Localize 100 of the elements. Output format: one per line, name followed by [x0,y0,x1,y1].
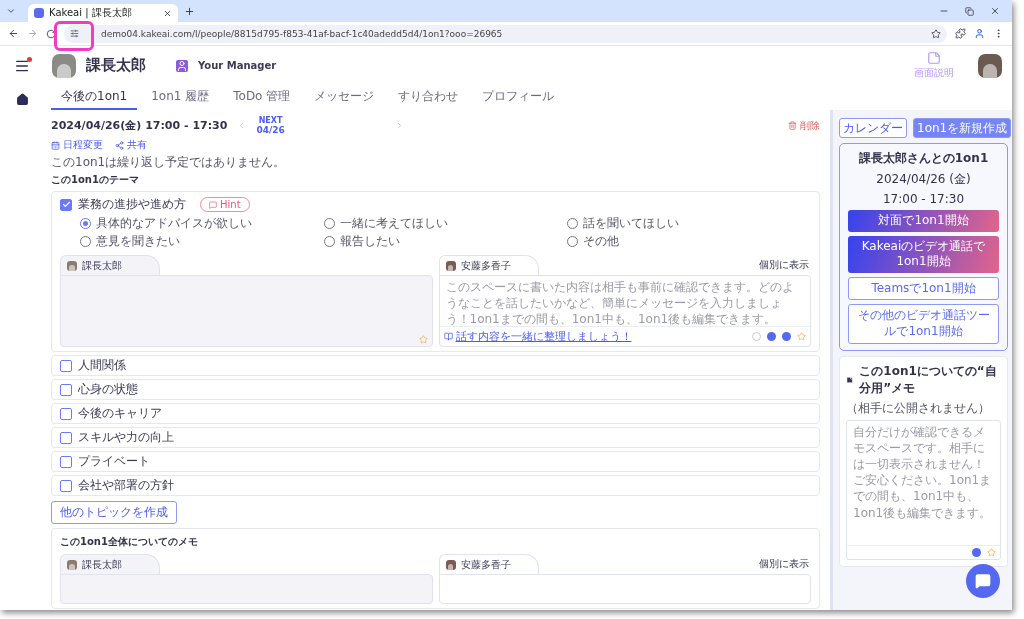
private-memo-field[interactable]: 自分だけが確認できるメモスペースです。相手には一切表示されません！ご安心ください。1on1までの間も、1on1中も、1on1後も編集できます。 [846,419,1001,560]
close-icon[interactable] [990,6,1000,16]
private-memo-title: この1on1についての“自分用”メモ [859,362,998,397]
start-meeting-button[interactable]: 対面で1on1開始 [848,210,999,232]
topic-checkbox[interactable] [60,455,72,468]
author-name: 安藤多香子 [460,557,511,572]
author-name: 安藤多香子 [460,258,511,273]
avatar-icon [67,260,77,271]
meeting-title: 課長太郎さんとの1on1 [858,150,989,167]
restore-icon[interactable] [965,6,974,16]
browser-tab[interactable]: Kakeai | 課長太郎 [28,4,178,22]
star-icon[interactable] [797,332,806,341]
extensions-icon[interactable] [955,28,966,39]
add-topic-button[interactable]: 他のトピックを作成 [51,501,177,524]
avatar [52,53,76,78]
start-meeting-button[interactable]: Kakeaiのビデオ通話で1on1開始 [848,235,999,273]
tab-list-icon[interactable] [6,6,16,16]
user-avatar[interactable] [978,53,1002,78]
bookmark-star-icon[interactable] [931,28,941,39]
meeting-datetime: 2024/04/26(金) 17:00 - 17:30 [51,118,228,133]
topic-label: 会社や部署の方針 [78,477,174,494]
new-meeting-button[interactable]: 1on1を新規作成 [913,118,1012,138]
topic-checkbox[interactable] [60,359,72,372]
private-memo-subtitle: （相手に公開されません） [846,399,991,417]
forward-icon[interactable] [27,28,38,39]
nav-tab[interactable]: 1on1 履歴 [141,85,220,110]
meeting-date: 2024/04/26 (金) [876,171,971,188]
calendar-icon [51,140,60,150]
profile-icon[interactable] [974,28,985,39]
reload-icon[interactable] [46,28,56,39]
home-icon[interactable] [16,93,29,106]
option-label: 一緒に考えてほしい [339,215,448,232]
next-label: NEXT [258,116,283,125]
avatar-icon [445,260,456,271]
topic-checkbox[interactable] [60,383,72,396]
author-name: 課長太郎 [82,557,122,572]
start-meeting-button[interactable]: Teamsで1on1開始 [848,276,999,301]
option-label: 具体的なアドバイスが欲しい [96,215,252,232]
nav-tab[interactable]: メッセージ [304,85,385,110]
section-title: この1on1全体についてのメモ [60,535,199,549]
option-label: 話を聞いてほしい [583,215,680,232]
person-badge-icon [176,59,188,72]
memo-field[interactable] [438,574,811,604]
tab-title: Kakeai | 課長太郎 [49,6,132,20]
share-icon [115,140,124,150]
star-icon[interactable] [987,547,996,557]
topic-label: スキルや力の向上 [78,429,174,446]
nav-tab[interactable]: すり合わせ [388,85,469,110]
topic-label: 今後のキャリア [78,405,162,422]
helper-link[interactable]: 話す内容を一緒に整理しましょう！ [455,329,632,344]
topic-checkbox[interactable] [60,198,72,211]
memo-field[interactable] [60,574,433,604]
speech-bubble-icon [209,200,217,209]
nav-tab[interactable]: ToDo 管理 [223,85,301,110]
menu-icon[interactable] [14,57,30,74]
option-label: その他 [583,233,620,250]
favicon-icon [34,8,44,18]
topic-label: 人間関係 [78,357,126,374]
new-tab-icon[interactable] [184,5,195,17]
site-info-icon[interactable] [70,29,79,38]
option-label: 意見を聞きたい [96,233,180,250]
reschedule-link[interactable]: 日程変更 [51,138,103,152]
topic-label: プライベート [78,453,150,470]
start-meeting-button[interactable]: その他のビデオ通話ツールで1on1開始 [848,304,999,344]
url-text: demo04.kakeai.com/l/people/8815d795-f853-41af-bacf-1c40adedd5d4/1on1?ooo=26965 [101,28,503,39]
author-name: 課長太郎 [82,258,122,273]
avatar-icon [67,559,77,570]
memo-field[interactable]: このスペースに書いた内容は相手も事前に確認できます。どのようなことを話したいかなど、簡単にメッセージを入力しましょう！1on1までの間も、1on1中も、1on1後も編集できます。 話す内容を一緒に整理しましょう！ [438,275,811,347]
book-icon [443,332,453,341]
close-icon[interactable] [163,8,172,18]
show-separately-button[interactable]: 個別に表示 [757,258,811,275]
nav-tab[interactable]: プロフィール [472,85,565,110]
topic-checkbox[interactable] [60,431,72,444]
memo-field[interactable] [60,275,433,347]
role-label: Your Manager [198,60,277,71]
section-title: この1on1のテーマ [51,173,140,187]
topic-label: 心身の状態 [78,381,138,398]
note-icon [927,51,941,65]
chat-icon [975,573,991,589]
status-icon[interactable] [972,547,981,557]
topic-checkbox[interactable] [60,479,72,492]
share-link[interactable]: 共有 [115,138,147,152]
option-label: 報告したい [339,233,400,250]
meeting-time: 17:00 - 17:30 [882,192,965,206]
repeat-note: この1on1は繰り返し予定ではありません。 [51,154,287,171]
topic-label: 業務の進捗や進め方 [78,196,186,213]
show-separately-button[interactable]: 個別に表示 [757,557,811,574]
nav-tab[interactable]: 今後の1on1 [51,85,138,110]
avatar-icon [445,559,456,570]
hint-button[interactable]: Hint [200,197,250,212]
calendar-button[interactable]: カレンダー [839,118,907,138]
trash-icon [788,121,797,130]
person-name: 課長太郎 [86,56,146,75]
star-icon[interactable] [418,335,428,344]
note-icon [846,374,854,385]
back-icon[interactable] [8,28,19,39]
address-bar[interactable]: demo04.kakeai.com/l/people/8815d795-f853-41af-bacf-1c40adedd5d4/1on1?ooo=26965 [64,24,947,43]
next-date-link[interactable]: 04/26 [256,125,285,135]
topic-checkbox[interactable] [60,407,72,420]
delete-button[interactable]: 削除 [788,118,820,133]
